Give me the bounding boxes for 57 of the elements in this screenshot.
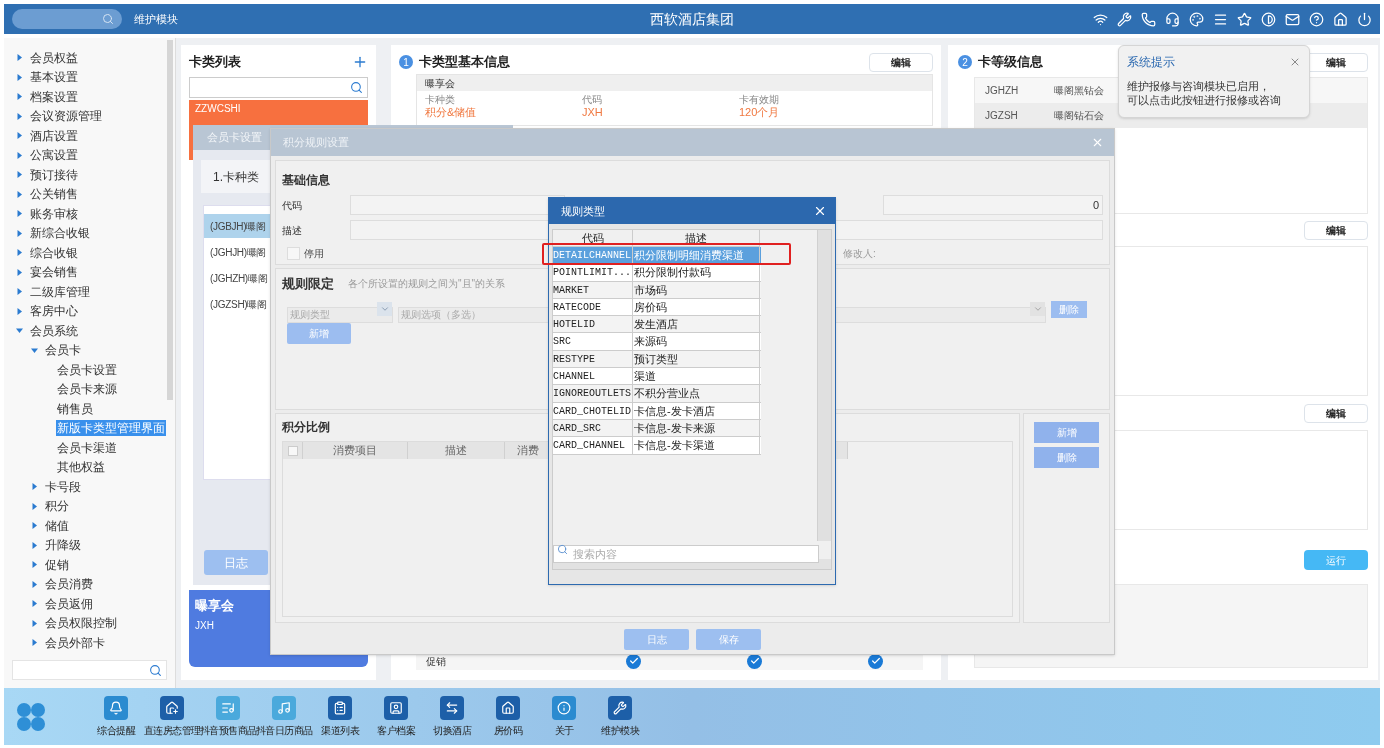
level-name: 曝阁钻石会 — [1054, 109, 1104, 123]
field-label: 代码 — [282, 198, 303, 213]
code-cell: RATECODE — [553, 298, 633, 316]
field-label: 描述 — [282, 223, 303, 238]
level-name: 曝阁黑钻会 — [1054, 84, 1104, 98]
field-value: 积分&储值 — [425, 106, 477, 119]
card-info-header: 曝享会 — [417, 75, 932, 91]
code-cell: CARD_CHOTELID — [553, 402, 633, 419]
tooltip-text: 维护报修与咨询模块已启用， — [1127, 79, 1270, 93]
field-label: 卡有效期 — [739, 94, 779, 106]
description-cell: 预订类型 — [633, 350, 760, 368]
row-label: 促销 — [425, 654, 447, 669]
level-code: JGHZH — [985, 84, 1020, 98]
description-cell: 卡信息-发卡酒店 — [633, 402, 760, 419]
tooltip-text: 可以点击此按钮进行报修或咨询 — [1127, 93, 1281, 107]
field-value: 120个月 — [739, 106, 780, 119]
step-badge: 2 — [958, 55, 972, 69]
field-label: 代码 — [582, 94, 602, 106]
tooltip-title: 系统提示 — [1127, 54, 1175, 71]
level-code: JGZSH — [985, 109, 1019, 123]
panel-title: 卡类列表 — [189, 53, 241, 72]
column-header: 描述 — [408, 442, 505, 459]
description-cell: 市场码 — [633, 281, 760, 298]
step-badge: 1 — [399, 55, 413, 69]
field-label: 卡种类 — [425, 94, 455, 106]
card-name: 曝享会 — [195, 597, 234, 615]
hint-text: 各个所设置的规则之间为"且"的关系 — [348, 277, 506, 292]
section-title: 规则限定 — [282, 275, 334, 293]
code-cell: RESTYPE — [553, 350, 633, 368]
dialog-title: 规则类型 — [561, 203, 605, 219]
code-cell: MARKET — [553, 281, 633, 298]
description-cell: 房价码 — [633, 298, 760, 316]
field-label: 修改人: — [843, 246, 877, 261]
section-title: 基础信息 — [282, 173, 330, 187]
description-cell: 积分限制付款码 — [633, 264, 760, 281]
code-cell: IGNOREOUTLETS — [553, 385, 633, 402]
field-value: JXH — [582, 106, 603, 119]
panel-title: 卡类型基本信息 — [419, 53, 510, 72]
panel-title: 卡等级信息 — [978, 53, 1043, 72]
code-cell: CARD_SRC — [553, 419, 633, 437]
description-cell: 发生酒店 — [633, 316, 760, 333]
app-title: 西软酒店集团 — [650, 9, 734, 29]
module-label: 维护模块 — [134, 11, 178, 27]
checkbox-label: 停用 — [304, 246, 324, 261]
description-cell: 不积分营业点 — [633, 385, 760, 402]
card-code: JXH — [195, 618, 214, 633]
description-cell: 卡信息-发卡渠道 — [633, 437, 760, 454]
description-cell: 来源码 — [633, 333, 760, 350]
code-cell: SRC — [553, 333, 633, 350]
description-cell: 渠道 — [633, 368, 760, 385]
section-title: 积分比例 — [282, 419, 330, 436]
code-cell: POINTLIMIT... — [553, 264, 633, 281]
code-cell: CHANNEL — [553, 368, 633, 385]
code-cell: HOTELID — [553, 316, 633, 333]
code-cell: CARD_CHANNEL — [553, 437, 633, 454]
column-header: 消费项目 — [303, 442, 408, 459]
description-cell: 卡信息-发卡来源 — [633, 419, 760, 437]
